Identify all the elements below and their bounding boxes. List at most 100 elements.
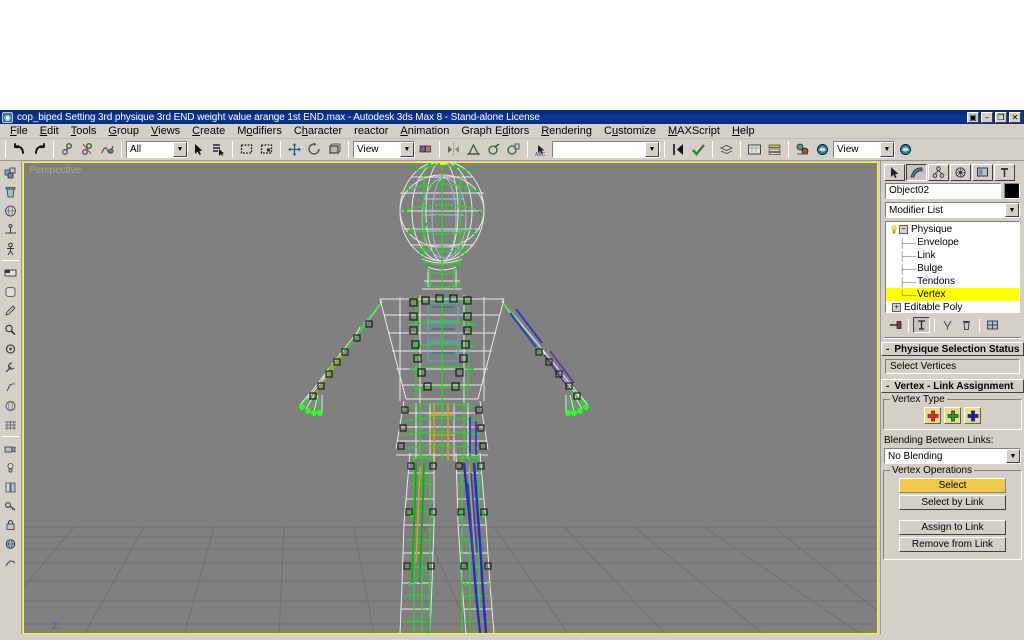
- remove-from-link-button[interactable]: Remove from Link: [899, 537, 1006, 552]
- stack-item-vertex[interactable]: └── Vertex: [886, 288, 1019, 301]
- chevron-down-icon[interactable]: ▼: [173, 142, 187, 157]
- gear-icon[interactable]: [1, 339, 20, 358]
- blue-vertex-button[interactable]: [964, 407, 981, 424]
- pencil-icon[interactable]: [1, 301, 20, 320]
- key-icon[interactable]: [1, 496, 20, 515]
- unlink-selection-button[interactable]: [78, 140, 97, 159]
- redo-button[interactable]: [30, 140, 49, 159]
- menu-tools[interactable]: Tools: [65, 124, 103, 138]
- menu-help[interactable]: Help: [726, 124, 761, 138]
- maximize-button[interactable]: ❐: [995, 111, 1007, 123]
- pin-stack-button[interactable]: [887, 317, 904, 333]
- target-icon[interactable]: [1, 396, 20, 415]
- stack-item-bulge[interactable]: ├── Bulge: [886, 262, 1019, 275]
- lightbulb-icon[interactable]: 💡: [889, 225, 899, 234]
- book-icon[interactable]: [1, 477, 20, 496]
- select-by-name-button[interactable]: [209, 140, 228, 159]
- stack-item-physique[interactable]: 💡 − Physique: [886, 223, 1019, 236]
- select-by-link-button[interactable]: Select by Link: [899, 495, 1006, 510]
- configure-modifier-sets-button[interactable]: [984, 317, 1001, 333]
- curve-editor-button[interactable]: [745, 140, 764, 159]
- layers-button[interactable]: [717, 140, 736, 159]
- menu-maxscript[interactable]: MAXScript: [662, 124, 726, 138]
- restore-button[interactable]: ▣: [967, 111, 979, 123]
- menu-animation[interactable]: Animation: [394, 124, 455, 138]
- mirror-bone-button[interactable]: [669, 140, 688, 159]
- light-icon[interactable]: [1, 458, 20, 477]
- magnifier-icon[interactable]: [1, 320, 20, 339]
- make-unique-button[interactable]: [939, 317, 956, 333]
- cylinder-stack-icon[interactable]: [1, 282, 20, 301]
- menu-character[interactable]: Character: [288, 124, 348, 138]
- align-button[interactable]: [464, 140, 483, 159]
- rectangle-icon[interactable]: [1, 263, 20, 282]
- modifier-list-combo[interactable]: Modifier List ▼: [885, 202, 1020, 218]
- snapshot-icon[interactable]: [1, 163, 20, 182]
- menu-group[interactable]: Group: [102, 124, 145, 138]
- select-and-move-button[interactable]: [285, 140, 304, 159]
- bind-to-space-warp-button[interactable]: [98, 140, 117, 159]
- select-object-button[interactable]: [189, 140, 208, 159]
- camera-icon[interactable]: [1, 439, 20, 458]
- render-scene-button[interactable]: [813, 140, 832, 159]
- rectangular-selection-region-button[interactable]: [237, 140, 256, 159]
- named-selection-label-button[interactable]: ABC: [532, 140, 551, 159]
- quick-render-button[interactable]: [896, 140, 915, 159]
- remove-modifier-button[interactable]: [958, 317, 975, 333]
- window-crossing-button[interactable]: [257, 140, 276, 159]
- helper-icon[interactable]: [1, 220, 20, 239]
- stack-item-tendons[interactable]: ├── Tendons: [886, 275, 1019, 288]
- menu-reactor[interactable]: reactor: [348, 124, 394, 138]
- modify-tab[interactable]: [906, 163, 927, 181]
- material-editor-button[interactable]: [793, 140, 812, 159]
- assign-to-link-button[interactable]: Assign to Link: [899, 520, 1006, 535]
- blending-between-links-combo[interactable]: No Blending ▼: [884, 448, 1021, 464]
- biped-figure-icon[interactable]: [1, 239, 20, 258]
- menu-rendering[interactable]: Rendering: [535, 124, 598, 138]
- stack-item-link[interactable]: ├── Link: [886, 249, 1019, 262]
- collapse-icon[interactable]: −: [899, 225, 908, 234]
- stack-item-envelope[interactable]: ├── Envelope: [886, 236, 1019, 249]
- schematic-view-button[interactable]: [765, 140, 784, 159]
- viewport-layout-combo[interactable]: View ▼: [833, 141, 895, 158]
- menu-edit[interactable]: Edit: [34, 124, 65, 138]
- menu-graph-editors[interactable]: Graph Editors: [455, 124, 535, 138]
- trash-icon[interactable]: [1, 182, 20, 201]
- red-vertex-button[interactable]: [924, 407, 941, 424]
- normal-align-button[interactable]: [484, 140, 503, 159]
- menu-customize[interactable]: Customize: [598, 124, 662, 138]
- expand-icon[interactable]: +: [892, 303, 901, 312]
- modifier-stack[interactable]: 💡 − Physique ├── Envelope ├── Link ├── B…: [885, 221, 1020, 313]
- wrench-icon[interactable]: [1, 358, 20, 377]
- reference-coord-system-combo[interactable]: View ▼: [353, 141, 415, 158]
- spray-icon[interactable]: [1, 377, 20, 396]
- chevron-down-icon[interactable]: ▼: [1006, 449, 1020, 463]
- select-and-link-button[interactable]: [58, 140, 77, 159]
- grid-icon[interactable]: [1, 415, 20, 434]
- chevron-down-icon[interactable]: ▼: [880, 142, 894, 157]
- menu-create[interactable]: Create: [186, 124, 231, 138]
- select-and-scale-button[interactable]: [325, 140, 344, 159]
- mirror-button[interactable]: [444, 140, 463, 159]
- motion-tab[interactable]: [950, 163, 971, 181]
- chevron-down-icon[interactable]: ▼: [645, 142, 659, 157]
- rollout-header-vertex-link-assignment[interactable]: - Vertex - Link Assignment: [881, 379, 1024, 393]
- lock-icon[interactable]: [1, 515, 20, 534]
- hierarchy-tab[interactable]: [928, 163, 949, 181]
- use-center-flyout-button[interactable]: [416, 140, 435, 159]
- chevron-down-icon[interactable]: ▼: [1005, 203, 1019, 217]
- selection-filter-combo[interactable]: All ▼: [126, 141, 188, 158]
- minimize-button[interactable]: –: [981, 111, 993, 123]
- display-tab[interactable]: [972, 163, 993, 181]
- create-tab[interactable]: [884, 163, 905, 181]
- object-name-field[interactable]: Object02: [885, 183, 1001, 199]
- object-color-swatch[interactable]: [1004, 183, 1020, 199]
- collapse-icon[interactable]: -: [886, 381, 889, 392]
- viewport-label[interactable]: Perspective: [29, 165, 81, 176]
- select-and-rotate-button[interactable]: [305, 140, 324, 159]
- utilities-tab[interactable]: [994, 163, 1015, 181]
- extra-tool-icon[interactable]: [1, 553, 20, 572]
- show-end-result-button[interactable]: [913, 317, 930, 333]
- place-highlight-button[interactable]: [504, 140, 523, 159]
- sphere-icon[interactable]: [1, 201, 20, 220]
